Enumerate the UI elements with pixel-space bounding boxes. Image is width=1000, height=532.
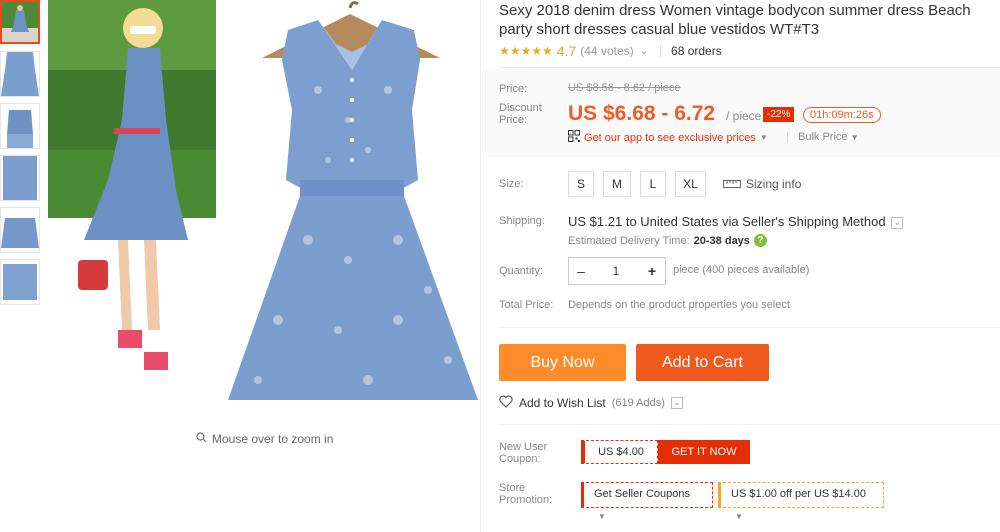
size-option-m[interactable]: M [603,171,631,197]
add-to-wishlist[interactable]: Add to Wish List (619 Adds) ⌄ [499,395,683,411]
rating-separator [660,45,662,57]
seller-coupons-dropdown[interactable]: Get Seller Coupons ▼ [581,482,713,521]
seller-coupons-text: Get Seller Coupons [594,488,690,500]
rating-stars-icon[interactable]: ★★★★★ [499,44,553,58]
actions-divider [499,327,1000,328]
thumbnail-1[interactable] [0,0,40,44]
chevron-down-icon[interactable]: ⌄ [640,46,648,57]
orders-count: 68 orders [671,44,722,58]
caret-down-icon: ▼ [759,133,768,142]
shipping-cost: US $1.21 [568,214,623,229]
add-to-cart-button[interactable]: Add to Cart [636,344,769,381]
store-offer-text: US $1.00 off per US $14.00 [731,488,866,500]
quantity-input[interactable]: 1 [593,264,639,278]
discount-price: US $6.68 - 6.72 [568,102,716,125]
help-icon[interactable]: ? [753,234,767,247]
magnifier-icon [196,432,207,446]
thumbnail-2[interactable] [0,51,40,97]
get-it-now-button[interactable]: GET IT NOW [658,440,750,464]
qr-code-icon [568,130,580,145]
shipping-to: to [625,214,637,229]
size-label: Size: [499,178,524,190]
shipping-label: Shipping: [499,215,545,227]
app-price-link[interactable]: Get our app to see exclusive prices ▼ [568,130,768,145]
caret-down-icon: ▼ [735,512,743,521]
ruler-icon [723,177,741,191]
wishlist-text: Add to Wish List [519,396,606,410]
original-price: US $8.56 - 8.62 / piece [568,82,681,94]
rating-value: 4.7 [556,43,577,59]
shipping-destination: United States via Seller's Shipping Meth… [640,214,886,229]
rating-row: ★★★★★ 4.7 (44 votes) ⌄ 68 orders [499,43,722,59]
quantity-label: Quantity: [499,265,544,277]
size-option-xl[interactable]: XL [675,171,706,197]
zoom-hint-text: Mouse over to zoom in [212,432,334,446]
minus-icon[interactable]: – [569,263,593,279]
wishlist-count: (619 Adds) [611,397,665,409]
sizing-info-link[interactable]: Sizing info [723,177,801,191]
caret-down-icon: ▼ [850,133,859,142]
thumbnail-4[interactable] [0,155,40,201]
quantity-available: piece (400 pieces available) [673,264,810,276]
zoom-hint: Mouse over to zoom in [196,432,333,446]
new-user-coupon: US $4.00 GET IT NOW [581,440,750,464]
quantity-stepper: – 1 + [568,257,666,285]
store-promotion-label: Store Promotion: [499,482,553,506]
title-divider [499,67,1000,68]
store-offer-dropdown[interactable]: US $1.00 off per US $14.00 ▼ [718,482,884,521]
size-option-s[interactable]: S [568,171,594,197]
votes-count[interactable]: (44 votes) [580,44,633,58]
thumbnail-6[interactable] [0,259,40,305]
countdown-timer: 01h:09m:26s [803,107,881,123]
buy-now-button[interactable]: Buy Now [499,344,626,381]
product-title: Sexy 2018 denim dress Women vintage body… [499,2,971,38]
chevron-down-icon[interactable]: ⌄ [670,397,683,409]
discount-price-label: Discount Price: [499,102,542,126]
bulk-separator [787,132,788,143]
delivery-estimate: Estimated Delivery Time: 20-38 days ? [568,234,767,247]
size-option-l[interactable]: L [640,171,666,197]
delivery-time: 20-38 days [693,234,750,247]
thumbnail-3[interactable] [0,103,40,149]
bulk-price-text: Bulk Price [798,131,848,143]
shipping-info[interactable]: US $1.21 to United States via Seller's S… [568,214,904,229]
thumbnail-5[interactable] [0,207,40,253]
total-price-note: Depends on the product properties you se… [568,299,790,311]
new-user-coupon-label: New User Coupon: [499,441,548,465]
bulk-price-link[interactable]: Bulk Price ▼ [798,131,859,143]
caret-down-icon: ▼ [598,512,606,521]
sizing-info-text: Sizing info [746,177,802,191]
heart-icon [499,395,513,411]
delivery-label: Estimated Delivery Time: [568,234,690,247]
main-product-image[interactable] [48,0,480,416]
discount-badge: -22% [763,107,795,122]
coupon-amount: US $4.00 [581,440,658,464]
app-price-text: Get our app to see exclusive prices [584,131,756,144]
column-divider [480,0,481,532]
plus-icon[interactable]: + [639,263,665,279]
total-price-label: Total Price: [499,299,554,311]
coupons-divider [499,424,1000,425]
price-label: Price: [499,83,528,95]
chevron-down-icon[interactable]: ⌄ [891,216,904,229]
price-unit: / piece [726,109,762,123]
